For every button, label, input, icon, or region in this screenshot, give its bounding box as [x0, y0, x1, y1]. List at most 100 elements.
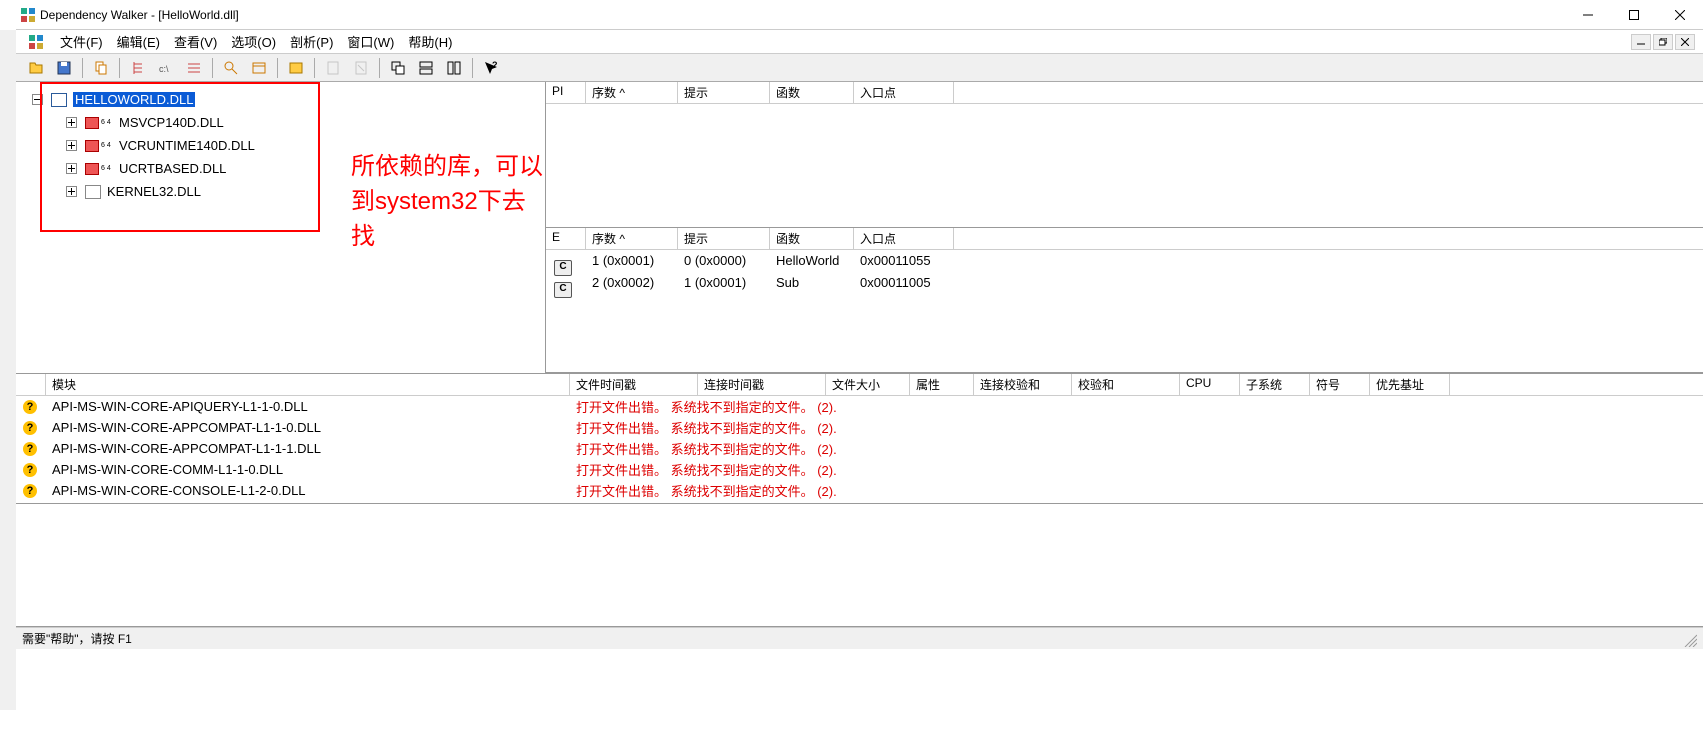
export-ordinal: 2 (0x0002) — [586, 275, 678, 290]
module-error: 打开文件出错。 系统找不到指定的文件。 (2). — [570, 397, 843, 416]
col-hint[interactable]: 提示 — [678, 228, 770, 249]
open-button[interactable] — [24, 56, 48, 80]
mdi-minimize-button[interactable] — [1631, 34, 1651, 50]
question-icon — [22, 441, 38, 457]
menu-options[interactable]: 选项(O) — [225, 30, 282, 53]
export-row[interactable]: 2 (0x0002) 1 (0x0001) Sub 0x00011005 — [546, 272, 1703, 294]
modules-header[interactable]: 模块 文件时间戳 连接时间戳 文件大小 属性 连接校验和 校验和 CPU 子系统… — [16, 374, 1703, 396]
copy-button[interactable] — [89, 56, 113, 80]
configdir-button[interactable] — [284, 56, 308, 80]
col-file-ts[interactable]: 文件时间戳 — [570, 374, 698, 395]
col-linkcs[interactable]: 连接校验和 — [974, 374, 1072, 395]
expand-icon[interactable] — [66, 186, 77, 197]
exports-pane[interactable]: E 序数 ^ 提示 函数 入口点 1 (0x0001) 0 (0x0000) H… — [546, 228, 1703, 374]
export-row[interactable]: 1 (0x0001) 0 (0x0000) HelloWorld 0x00011… — [546, 250, 1703, 272]
tree-node-label[interactable]: VCRUNTIME140D.DLL — [119, 138, 255, 153]
col-checksum[interactable]: 校验和 — [1072, 374, 1180, 395]
tree-row[interactable]: HELLOWORLD.DLL — [32, 88, 545, 111]
col-attr[interactable]: 属性 — [910, 374, 974, 395]
maximize-button[interactable] — [1611, 0, 1657, 30]
autoexpand-button[interactable] — [126, 56, 150, 80]
statusbar: 需要"帮助"，请按 F1 — [16, 627, 1703, 649]
menu-help[interactable]: 帮助(H) — [402, 30, 458, 53]
tree-node-label[interactable]: MSVCP140D.DLL — [119, 115, 224, 130]
mdi-icon — [28, 34, 44, 50]
exports-header[interactable]: E 序数 ^ 提示 函数 入口点 — [546, 228, 1703, 250]
imports-header[interactable]: PI 序数 ^ 提示 函数 入口点 — [546, 82, 1703, 104]
tree-node-label[interactable]: UCRTBASED.DLL — [119, 161, 226, 176]
module-row[interactable]: API-MS-WIN-CORE-COMM-L1-1-0.DLL打开文件出错。 系… — [16, 459, 1703, 480]
viewmod-button[interactable] — [219, 56, 243, 80]
toolbar-separator — [119, 58, 120, 78]
col-ordinal[interactable]: 序数 ^ — [586, 228, 678, 249]
col-hint[interactable]: 提示 — [678, 82, 770, 103]
resize-grip-icon[interactable] — [1681, 631, 1697, 647]
modules-pane[interactable]: 模块 文件时间戳 连接时间戳 文件大小 属性 连接校验和 校验和 CPU 子系统… — [16, 374, 1703, 504]
module-64-icon — [85, 140, 99, 152]
toolbar-separator — [379, 58, 380, 78]
question-icon — [22, 462, 38, 478]
module-icon — [51, 93, 67, 107]
col-subsystem[interactable]: 子系统 — [1240, 374, 1310, 395]
tree-node-label[interactable]: KERNEL32.DLL — [107, 184, 201, 199]
menu-file[interactable]: 文件(F) — [54, 30, 109, 53]
left-gutter — [0, 30, 16, 710]
export-function: HelloWorld — [770, 253, 854, 268]
tree-row[interactable]: MSVCP140D.DLL — [32, 111, 545, 134]
module-row[interactable]: API-MS-WIN-CORE-APPCOMPAT-L1-1-1.DLL打开文件… — [16, 438, 1703, 459]
close-button[interactable] — [1657, 0, 1703, 30]
menu-window[interactable]: 窗口(W) — [341, 30, 400, 53]
mdi-close-button[interactable] — [1675, 34, 1695, 50]
cascade-button[interactable] — [386, 56, 410, 80]
col-function[interactable]: 函数 — [770, 82, 854, 103]
export-hint: 0 (0x0000) — [678, 253, 770, 268]
col-ordinal[interactable]: 序数 ^ — [586, 82, 678, 103]
dependency-tree-pane[interactable]: HELLOWORLD.DLL MSVCP140D.DLL VCRUNTIME14… — [16, 82, 546, 373]
syspath-button[interactable] — [247, 56, 271, 80]
tile-v-button[interactable] — [442, 56, 466, 80]
titlebar: Dependency Walker - [HelloWorld.dll] — [16, 0, 1703, 30]
module-name: API-MS-WIN-CORE-COMM-L1-1-0.DLL — [46, 462, 570, 477]
fullpaths-button[interactable]: c:\ — [154, 56, 178, 80]
minimize-button[interactable] — [1565, 0, 1611, 30]
col-cpu[interactable]: CPU — [1180, 374, 1240, 395]
profile-stop-button[interactable] — [349, 56, 373, 80]
mdi-restore-button[interactable] — [1653, 34, 1673, 50]
col-icon[interactable] — [16, 374, 46, 395]
col-e[interactable]: E — [546, 228, 586, 249]
col-symbols[interactable]: 符号 — [1310, 374, 1370, 395]
col-filesize[interactable]: 文件大小 — [826, 374, 910, 395]
menu-profile[interactable]: 剖析(P) — [284, 30, 339, 53]
module-error: 打开文件出错。 系统找不到指定的文件。 (2). — [570, 481, 843, 500]
undecorate-button[interactable] — [182, 56, 206, 80]
toolbar-separator — [314, 58, 315, 78]
tile-h-button[interactable] — [414, 56, 438, 80]
toolbar-separator — [212, 58, 213, 78]
module-row[interactable]: API-MS-WIN-CORE-APIQUERY-L1-1-0.DLL打开文件出… — [16, 396, 1703, 417]
col-base[interactable]: 优先基址 — [1370, 374, 1450, 395]
module-error: 打开文件出错。 系统找不到指定的文件。 (2). — [570, 418, 843, 437]
menu-view[interactable]: 查看(V) — [168, 30, 223, 53]
save-button[interactable] — [52, 56, 76, 80]
imports-pane[interactable]: PI 序数 ^ 提示 函数 入口点 — [546, 82, 1703, 228]
export-function: Sub — [770, 275, 854, 290]
log-pane[interactable] — [16, 504, 1703, 627]
col-function[interactable]: 函数 — [770, 228, 854, 249]
collapse-icon[interactable] — [32, 94, 43, 105]
expand-icon[interactable] — [66, 163, 77, 174]
col-entry[interactable]: 入口点 — [854, 228, 954, 249]
export-hint: 1 (0x0001) — [678, 275, 770, 290]
context-help-button[interactable]: ? — [479, 56, 503, 80]
module-row[interactable]: API-MS-WIN-CORE-APPCOMPAT-L1-1-0.DLL打开文件… — [16, 417, 1703, 438]
module-row[interactable]: API-MS-WIN-CORE-CONSOLE-L1-2-0.DLL打开文件出错… — [16, 480, 1703, 501]
module-name: API-MS-WIN-CORE-APPCOMPAT-L1-1-1.DLL — [46, 441, 570, 456]
tree-node-label[interactable]: HELLOWORLD.DLL — [73, 92, 195, 107]
expand-icon[interactable] — [66, 117, 77, 128]
menu-edit[interactable]: 编辑(E) — [111, 30, 166, 53]
col-entry[interactable]: 入口点 — [854, 82, 954, 103]
col-pi[interactable]: PI — [546, 82, 586, 103]
profile-start-button[interactable] — [321, 56, 345, 80]
col-link-ts[interactable]: 连接时间戳 — [698, 374, 826, 395]
col-module[interactable]: 模块 — [46, 374, 570, 395]
expand-icon[interactable] — [66, 140, 77, 151]
